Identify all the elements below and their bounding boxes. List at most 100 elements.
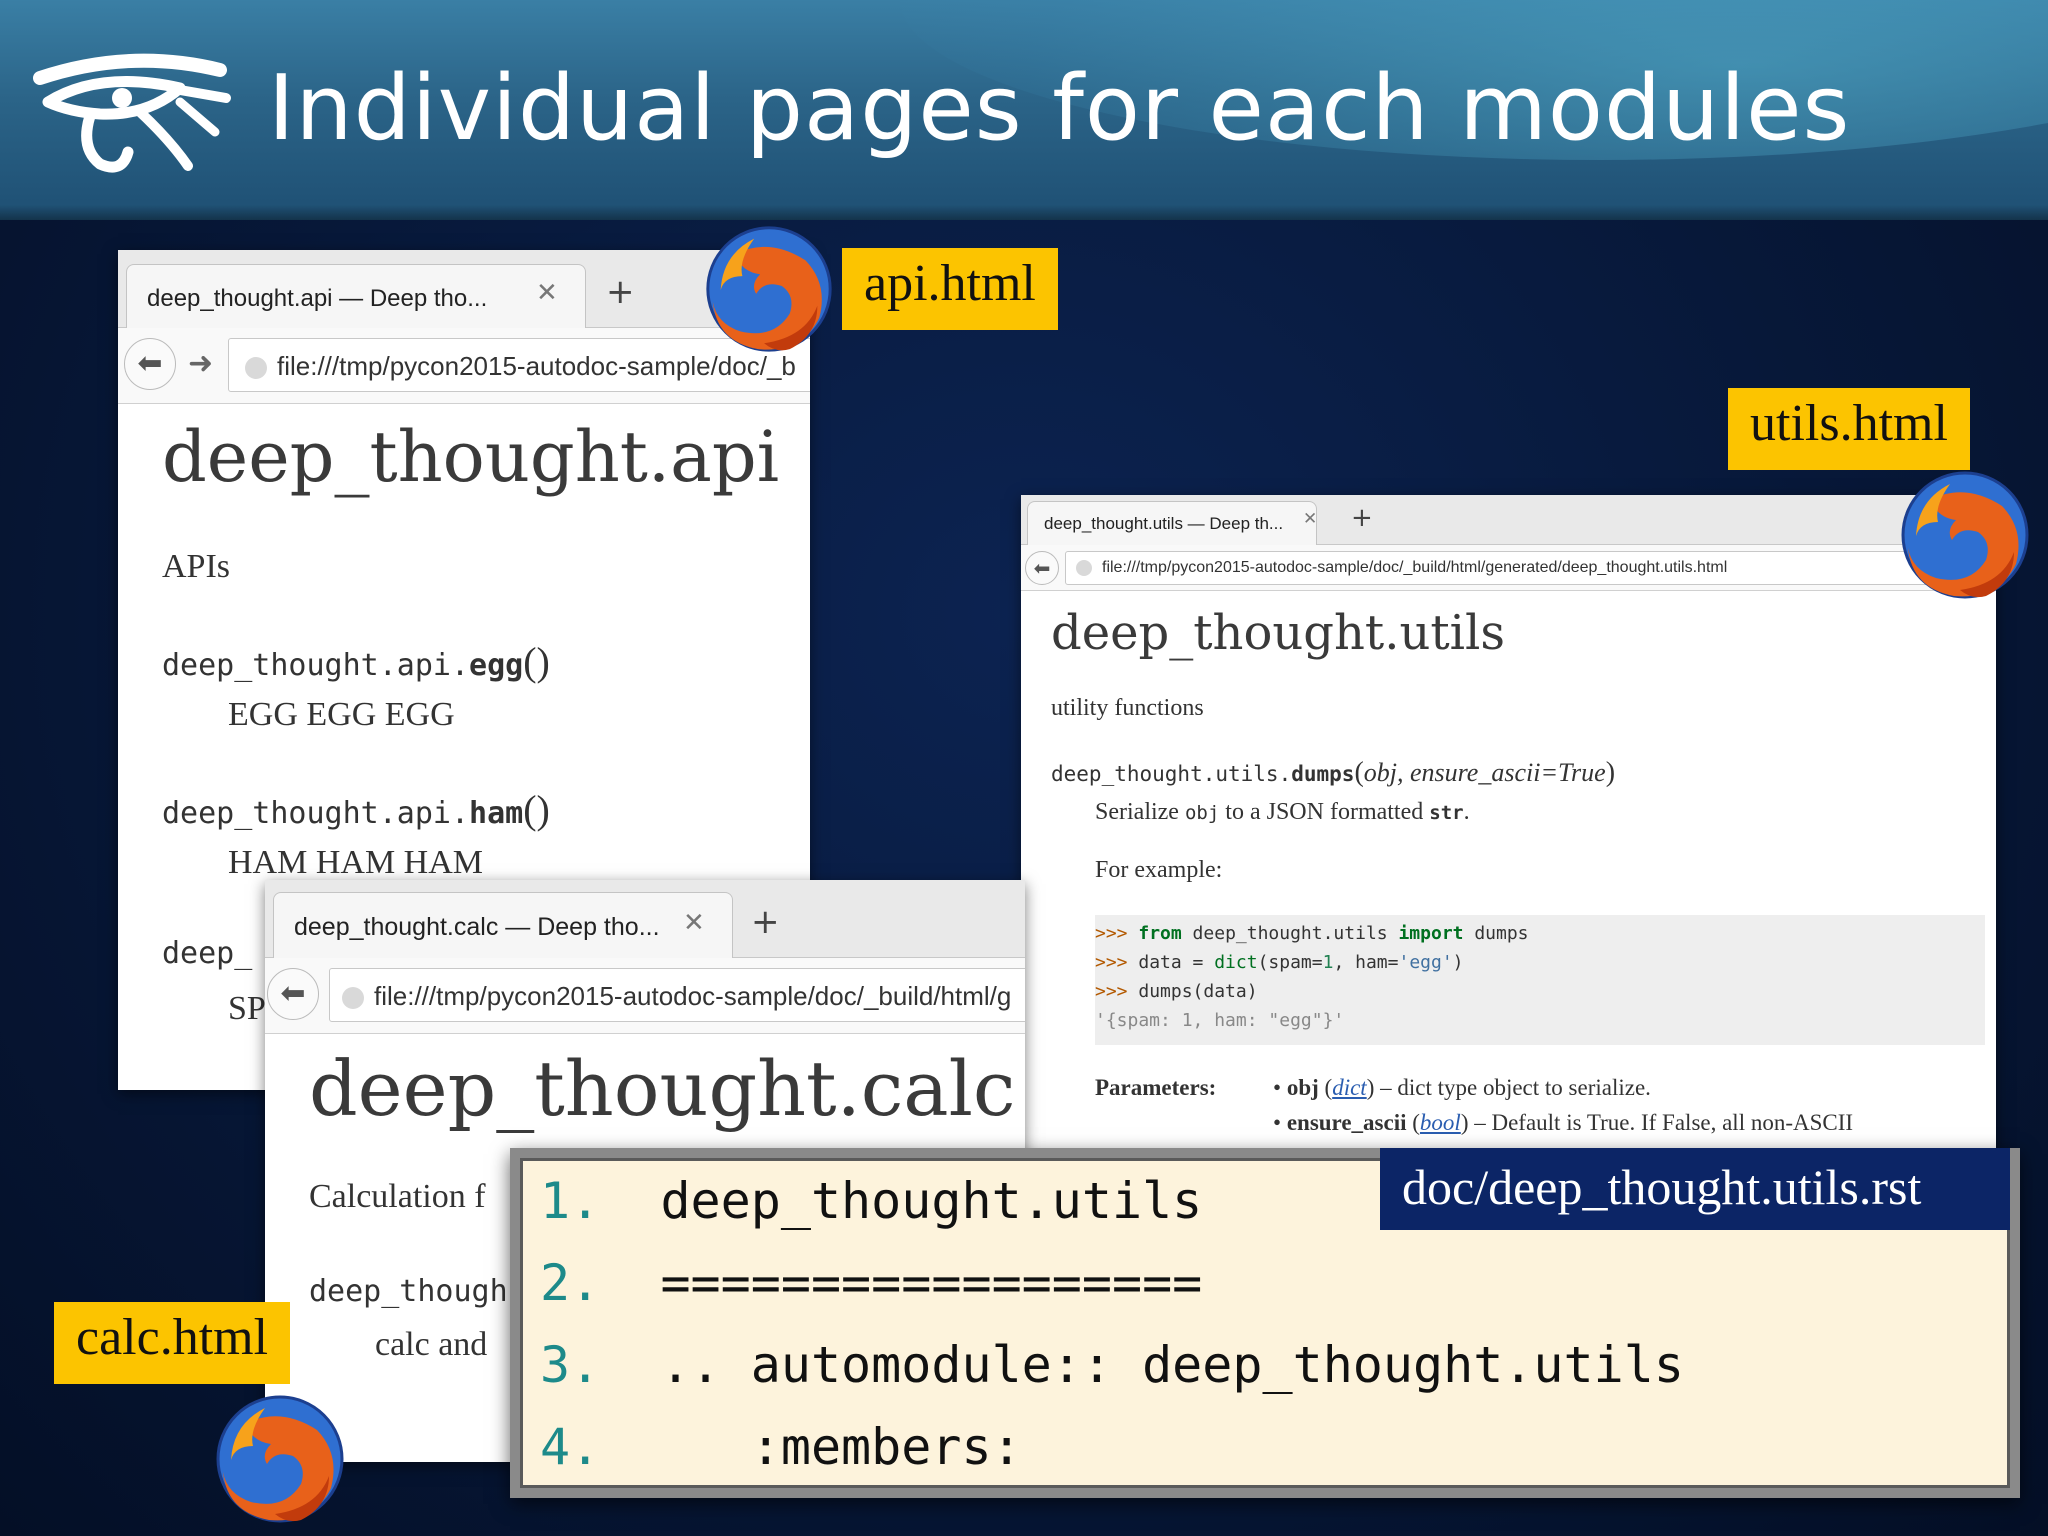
utils-tab[interactable]: deep_thought.utils — Deep th... (1027, 501, 1317, 545)
line-number: 4. (540, 1418, 601, 1476)
slide-header: Individual pages for each modules (0, 0, 2048, 220)
code-text: (spam= (1257, 952, 1323, 973)
utils-param-item: • obj (dict) – dict type object to seria… (1273, 1075, 1651, 1100)
code-text: dumps (1463, 923, 1529, 944)
summary-code: str (1429, 802, 1464, 824)
calc-page-description: Calculation f (309, 1178, 486, 1215)
api-html-label: api.html (842, 248, 1058, 330)
code-line: >>> from deep_thought.utils import dumps (1095, 923, 1529, 944)
api-func-partial: deep_ (162, 936, 253, 971)
utils-example-label: For example: (1095, 857, 1223, 883)
back-arrow-icon[interactable]: ⬅ (1025, 551, 1059, 585)
page-globe-icon (245, 357, 267, 380)
api-func-prefix: deep_thought.api. (162, 648, 470, 683)
new-tab-icon[interactable]: + (1351, 503, 1373, 533)
calc-func-partial: deep_though (309, 1274, 508, 1309)
rst-file-label: doc/deep_thought.utils.rst (1380, 1148, 2010, 1230)
code-number: 1 (1322, 952, 1334, 973)
api-func-name: egg (469, 648, 524, 683)
param-name: ensure_ascii (1286, 1110, 1407, 1135)
api-func-prefix: deep_thought.api. (162, 796, 470, 831)
param-desc: – Default is True. If False, all non-ASC… (1474, 1110, 1854, 1135)
calc-url-text: file:///tmp/pycon2015-autodoc-sample/doc… (374, 981, 1012, 1011)
line-text: deep_thought.utils (660, 1172, 1203, 1230)
firefox-icon (216, 1395, 344, 1523)
code-prompt: >>> (1095, 952, 1139, 973)
line-number: 2. (540, 1254, 601, 1312)
header-shadow (0, 205, 2048, 220)
api-page-description: APIs (162, 548, 231, 585)
back-arrow-icon[interactable]: ⬅ (124, 338, 176, 390)
param-desc: – dict type object to serialize. (1380, 1075, 1651, 1100)
calc-nav-bar: ⬅ file:///tmp/pycon2015-autodoc-sample/d… (265, 958, 1025, 1034)
summary-text: . (1463, 799, 1470, 825)
eye-of-horus-icon (33, 53, 231, 173)
code-text: ) (1452, 952, 1464, 973)
api-tab-title: deep_thought.api — Deep tho... (147, 285, 488, 312)
page-globe-icon (1076, 559, 1092, 576)
close-icon[interactable]: ✕ (1303, 509, 1317, 529)
forward-arrow-icon[interactable]: ➜ (188, 346, 213, 381)
utils-func-name: dumps (1291, 762, 1355, 786)
param-type-link[interactable]: bool (1420, 1110, 1461, 1135)
api-func-ham-doc: HAM HAM HAM (228, 844, 484, 881)
code-text: deep_thought.utils (1181, 923, 1399, 944)
code-prompt: >>> (1095, 923, 1139, 944)
utils-func-signature: deep_thought.utils.dumps(obj, ensure_asc… (1051, 757, 1616, 788)
calc-url-bar[interactable]: file:///tmp/pycon2015-autodoc-sample/doc… (329, 968, 1025, 1022)
line-number: 3. (540, 1336, 601, 1394)
code-line-1: 1. deep_thought.utils (540, 1172, 1202, 1230)
code-text: data = (1138, 952, 1215, 973)
code-line: >>> data = dict(spam=1, ham='egg') (1095, 952, 1464, 973)
api-func-ham-signature: deep_thought.api.ham() (162, 786, 550, 833)
summary-text: Serialize (1095, 799, 1179, 825)
code-output: '{spam: 1, ham: "egg"}' (1095, 1010, 1345, 1031)
line-text: .. automodule:: deep_thought.utils (660, 1336, 1684, 1394)
back-arrow-icon[interactable]: ⬅ (267, 968, 319, 1020)
code-text: dumps(data) (1138, 981, 1258, 1002)
utils-tab-bar: deep_thought.utils — Deep th... ✕ + (1021, 495, 1996, 545)
code-keyword: from (1138, 923, 1182, 944)
calc-tab-bar: deep_thought.calc — Deep tho... ✕ + (265, 880, 1025, 958)
slide-title: Individual pages for each modules (268, 56, 1851, 161)
api-func-egg-signature: deep_thought.api.egg() (162, 638, 550, 685)
close-icon[interactable]: ✕ (683, 908, 705, 938)
line-number: 1. (540, 1172, 601, 1230)
utils-url-bar[interactable]: file:///tmp/pycon2015-autodoc-sample/doc… (1065, 551, 1985, 585)
calc-page-heading: deep_thought.calc (309, 1044, 1016, 1133)
utils-page-heading: deep_thought.utils (1051, 605, 1506, 661)
code-prompt: >>> (1095, 981, 1139, 1002)
api-func-egg-doc: EGG EGG EGG (228, 696, 455, 733)
calc-html-label: calc.html (54, 1302, 291, 1384)
utils-param-item: • ensure_ascii (bool) – Default is True.… (1273, 1110, 1854, 1135)
new-tab-icon[interactable]: + (606, 272, 635, 312)
code-text: , ham= (1333, 952, 1399, 973)
line-text: ================== (660, 1254, 1203, 1312)
utils-func-prefix: deep_thought.utils. (1051, 762, 1292, 786)
line-text: :members: (660, 1418, 1022, 1476)
api-func-args: () (523, 787, 550, 832)
summary-text: to a JSON formatted (1225, 799, 1424, 825)
utils-func-summary: Serialize obj to a JSON formatted str. (1095, 799, 1470, 826)
code-string: 'egg' (1398, 952, 1453, 973)
utils-nav-bar: ⬅ file:///tmp/pycon2015-autodoc-sample/d… (1021, 545, 1996, 591)
page-globe-icon (342, 987, 364, 1010)
summary-code: obj (1184, 802, 1220, 824)
code-keyword: import (1398, 923, 1464, 944)
calc-doc-partial: calc and (375, 1326, 488, 1363)
code-line: >>> dumps(data) (1095, 981, 1258, 1002)
calc-tab-title: deep_thought.calc — Deep tho... (294, 913, 660, 941)
calc-tab[interactable]: deep_thought.calc — Deep tho... (273, 892, 733, 958)
close-icon[interactable]: ✕ (536, 278, 558, 308)
param-type-link[interactable]: dict (1332, 1075, 1367, 1100)
new-tab-icon[interactable]: + (751, 902, 780, 942)
api-func-name: ham (469, 796, 524, 831)
code-line-2: 2. ================== (540, 1254, 1202, 1312)
api-page-heading: deep_thought.api (162, 416, 780, 498)
code-line-4: 4. :members: (540, 1418, 1022, 1476)
api-tab[interactable]: deep_thought.api — Deep tho... (126, 264, 586, 328)
param-name: obj (1286, 1075, 1319, 1100)
utils-code-example: >>> from deep_thought.utils import dumps… (1095, 915, 1985, 1045)
utils-page-description: utility functions (1051, 695, 1204, 721)
utils-html-label: utils.html (1728, 388, 1970, 470)
